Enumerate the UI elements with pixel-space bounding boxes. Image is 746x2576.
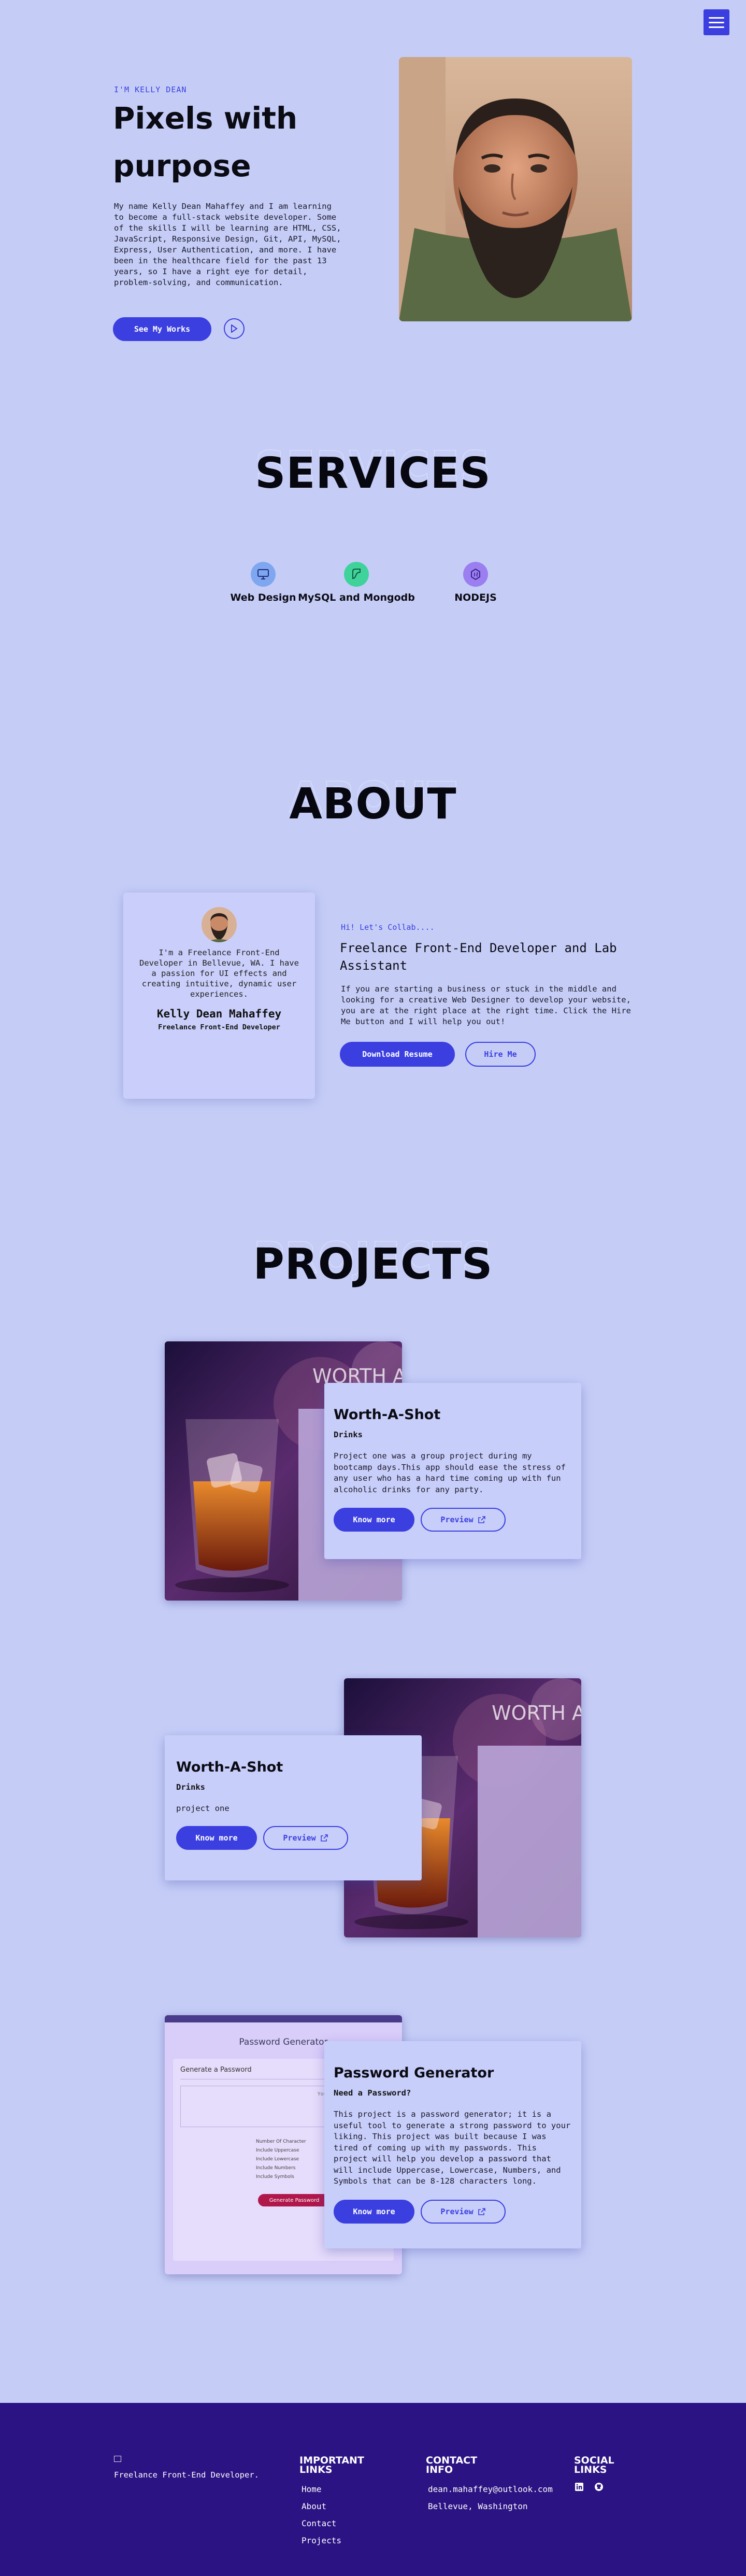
download-resume-button[interactable]: Download Resume: [340, 1042, 455, 1067]
know-more-button[interactable]: Know more: [176, 1825, 257, 1850]
menu-button[interactable]: [704, 9, 729, 35]
projects-title: PROJECTS: [253, 1240, 493, 1289]
project-description: project one: [176, 1804, 229, 1813]
about-card-name: Kelly Dean Mahaffey: [156, 1008, 282, 1020]
github-icon[interactable]: [595, 2483, 603, 2491]
services-title: SERVICES: [255, 449, 491, 498]
project-card-1: Worth-A-Shot Drinks Project one was a gr…: [324, 1383, 581, 1559]
project-title: Password Generator: [334, 2065, 494, 2081]
preview-button[interactable]: Preview: [421, 2199, 506, 2224]
project-card-2: Worth-A-Shot Drinks project one Know mor…: [165, 1735, 422, 1880]
project-title: Worth-A-Shot: [334, 1407, 441, 1423]
external-link-icon: [478, 2207, 485, 2215]
project-title: Worth-A-Shot: [176, 1759, 283, 1775]
about-card: I'm a Freelance Front-End Developer in B…: [123, 893, 315, 1099]
hero-eyebrow: I'M KELLY DEAN: [114, 85, 187, 94]
footer-link-contact[interactable]: Contact: [302, 2515, 341, 2532]
profile-photo: [399, 57, 632, 321]
project-subtitle: Drinks: [176, 1782, 205, 1792]
preview-button[interactable]: Preview: [421, 1508, 506, 1532]
database-icon: [344, 562, 369, 587]
about-heading: Freelance Front-End Developer and Lab As…: [340, 941, 617, 973]
preview-label: Preview: [283, 1833, 316, 1843]
external-link-icon: [320, 1834, 328, 1842]
footer-tagline: Freelance Front-End Developer.: [114, 2470, 259, 2480]
linkedin-icon[interactable]: [575, 2483, 583, 2491]
monitor-icon: [251, 562, 276, 587]
footer: Freelance Front-End Developer. IMPORTANT…: [0, 2403, 746, 2576]
hero-description: My name Kelly Dean Mahaffey and I am lea…: [114, 202, 341, 287]
hire-me-button[interactable]: Hire Me: [465, 1042, 536, 1067]
project-subtitle: Need a Password?: [334, 2088, 411, 2098]
project-description: Project one was a group project during m…: [334, 1451, 566, 1494]
project-description: This project is a password generator; it…: [334, 2110, 571, 2186]
footer-link-about[interactable]: About: [302, 2498, 341, 2515]
about-card-text: I'm a Freelance Front-End Developer in B…: [139, 948, 299, 999]
project-image-banner: WORTH A: [492, 1702, 581, 1724]
preview-button[interactable]: Preview: [263, 1825, 348, 1850]
project-card-3: Password Generator Need a Password? This…: [324, 2041, 581, 2248]
service-label: NODEJS: [454, 592, 497, 603]
avatar: [202, 907, 237, 942]
screenshot-generate-button: Generate Password: [258, 2194, 331, 2206]
play-icon: [231, 324, 238, 333]
footer-email[interactable]: dean.mahaffey@outlook.com: [428, 2481, 553, 2498]
hamburger-icon: [709, 17, 724, 19]
hero-title: Pixels with purpose: [113, 101, 298, 183]
preview-label: Preview: [440, 2206, 474, 2216]
broken-logo-image: [114, 2456, 121, 2462]
nodejs-icon: [463, 562, 488, 587]
about-description: If you are starting a business or stuck …: [341, 984, 631, 1026]
project-subtitle: Drinks: [334, 1430, 363, 1439]
know-more-button[interactable]: Know more: [334, 2199, 414, 2224]
footer-social-heading: SOCIAL LINKS: [574, 2455, 614, 2475]
service-label: MySQL and Mongodb: [298, 592, 415, 603]
about-card-role: Freelance Front-End Developer: [158, 1023, 280, 1031]
footer-links-heading: IMPORTANT LINKS: [299, 2455, 364, 2475]
play-button[interactable]: [224, 318, 245, 339]
see-my-works-button[interactable]: See My Works: [113, 317, 211, 341]
external-link-icon: [478, 1516, 485, 1523]
collab-eyebrow: Hi! Let's Collab....: [341, 923, 435, 932]
preview-label: Preview: [440, 1515, 474, 1524]
footer-location: Bellevue, Washington: [428, 2501, 528, 2511]
service-nodejs: NODEJS: [424, 562, 527, 603]
know-more-button[interactable]: Know more: [334, 1508, 414, 1532]
about-title: ABOUT: [289, 780, 457, 829]
footer-link-home[interactable]: Home: [302, 2481, 341, 2498]
service-mysql-mongodb: MySQL and Mongodb: [289, 562, 424, 603]
footer-contact-heading: CONTACT INFO: [426, 2455, 478, 2475]
footer-link-projects[interactable]: Projects: [302, 2532, 341, 2549]
